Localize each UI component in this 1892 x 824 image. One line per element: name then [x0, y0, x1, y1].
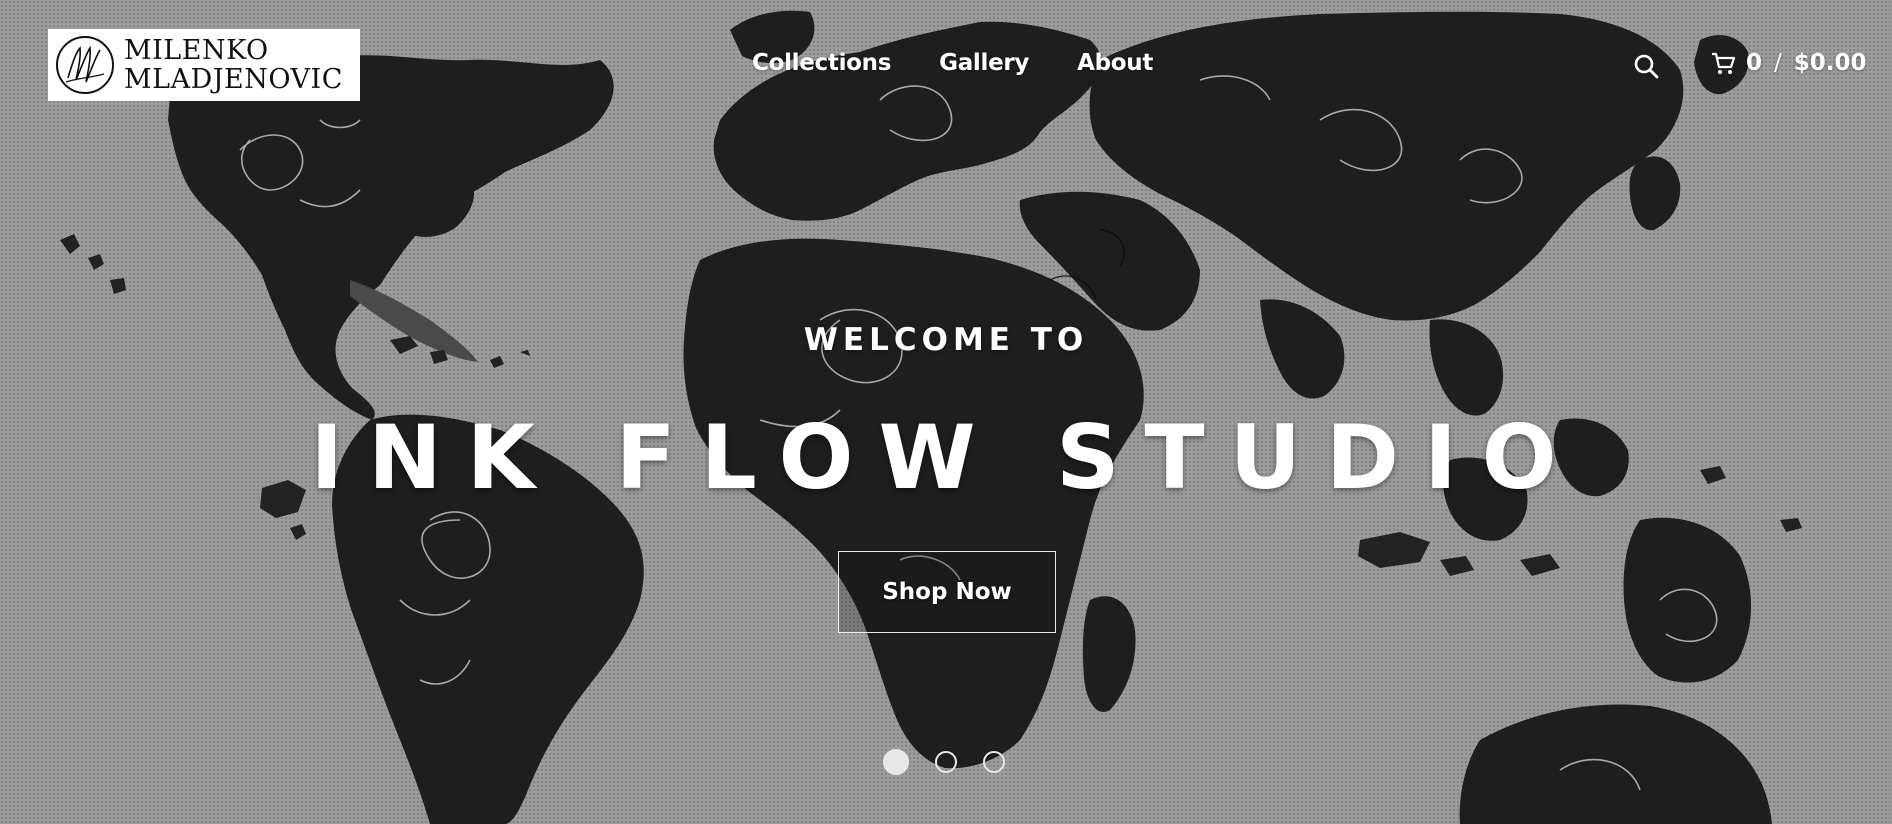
logo-line-2: MLADJENOVIC — [124, 64, 343, 95]
cart-total: $0.00 — [1793, 50, 1867, 76]
hero-title: INK FLOW STUDIO — [310, 406, 1582, 509]
nav-gallery[interactable]: Gallery — [939, 50, 1029, 76]
cart-separator: / — [1774, 50, 1782, 76]
slide-dot-2[interactable] — [935, 751, 957, 773]
nav-about[interactable]: About — [1077, 50, 1153, 76]
cart-icon — [1712, 52, 1736, 74]
cart-button[interactable]: 0 / $0.00 — [1710, 50, 1867, 76]
slider-dots — [883, 749, 1005, 775]
site-logo[interactable]: MILENKO MLADJENOVIC — [48, 29, 360, 101]
logo-line-1: MILENKO — [124, 35, 269, 66]
logo-wordmark: MILENKO MLADJENOVIC — [124, 36, 343, 94]
main-nav: Collections Gallery About — [752, 50, 1153, 76]
shop-now-button[interactable]: Shop Now — [838, 551, 1056, 633]
signature-monogram-icon — [56, 36, 114, 94]
hero-banner: MILENKO MLADJENOVIC Collections Gallery … — [0, 0, 1892, 824]
cart-count: 0 — [1746, 50, 1763, 76]
hero-subtitle: WELCOME TO — [803, 322, 1089, 358]
slide-dot-3[interactable] — [983, 751, 1005, 773]
search-icon[interactable] — [1632, 52, 1660, 80]
slide-dot-1[interactable] — [883, 749, 909, 775]
nav-collections[interactable]: Collections — [752, 50, 891, 76]
